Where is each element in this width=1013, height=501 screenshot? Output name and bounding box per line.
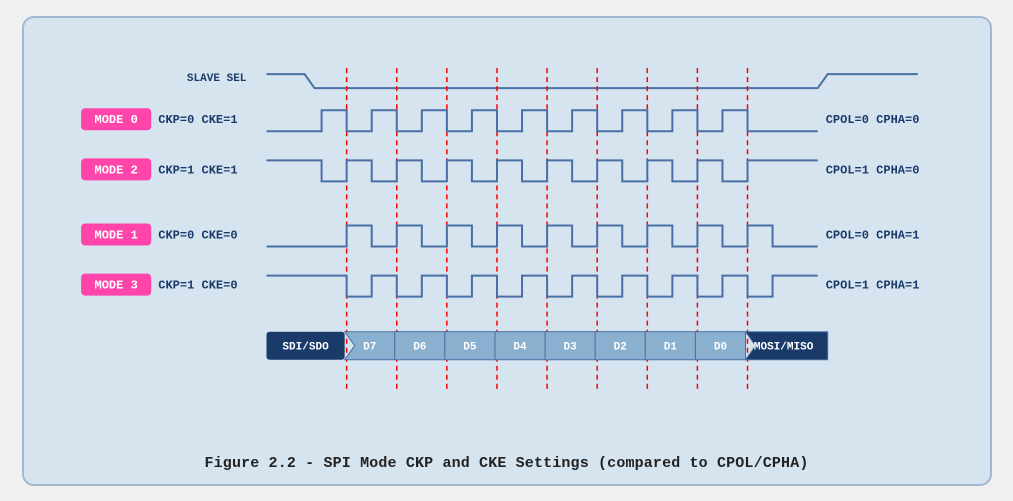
mode0-params: CKP=0 CKE=1	[158, 113, 237, 127]
mode1-signal	[266, 225, 817, 246]
d4-label: D4	[513, 341, 527, 353]
d6-label: D6	[413, 341, 426, 353]
d7-label: D7	[363, 341, 376, 353]
mode2-label: MODE 2	[94, 163, 137, 177]
mode1-label: MODE 1	[94, 228, 137, 242]
mode3-params: CKP=1 CKE=0	[158, 278, 237, 292]
mode3-label: MODE 3	[94, 278, 137, 292]
mode0-right-label: CPOL=0 CPHA=0	[825, 113, 919, 127]
d3-label: D3	[563, 341, 577, 353]
slave-sel-signal	[266, 74, 917, 88]
d0-label: D0	[713, 341, 726, 353]
mode2-params: CKP=1 CKE=1	[158, 163, 237, 177]
mode2-signal	[266, 160, 817, 181]
mode2-right-label: CPOL=1 CPHA=0	[825, 163, 919, 177]
mode0-label: MODE 0	[94, 113, 137, 127]
d5-label: D5	[463, 341, 477, 353]
timing-svg: .mono { font-family: 'Courier New', mono…	[46, 36, 968, 447]
mosi-miso-label: MOSI/MISO	[753, 341, 813, 353]
diagram-container: .mono { font-family: 'Courier New', mono…	[22, 16, 992, 486]
mode3-signal	[266, 275, 817, 296]
d1-label: D1	[663, 341, 677, 353]
mode3-right-label: CPOL=1 CPHA=1	[825, 278, 919, 292]
mode0-signal	[266, 110, 817, 131]
d2-label: D2	[613, 341, 626, 353]
timing-diagram-area: .mono { font-family: 'Courier New', mono…	[46, 36, 968, 447]
mode1-params: CKP=0 CKE=0	[158, 228, 237, 242]
mode1-right-label: CPOL=0 CPHA=1	[825, 228, 919, 242]
sdi-sdo-label: SDI/SDO	[282, 341, 329, 353]
figure-caption: Figure 2.2 - SPI Mode CKP and CKE Settin…	[205, 455, 809, 472]
slave-sel-label: SLAVE SEL	[186, 73, 246, 85]
